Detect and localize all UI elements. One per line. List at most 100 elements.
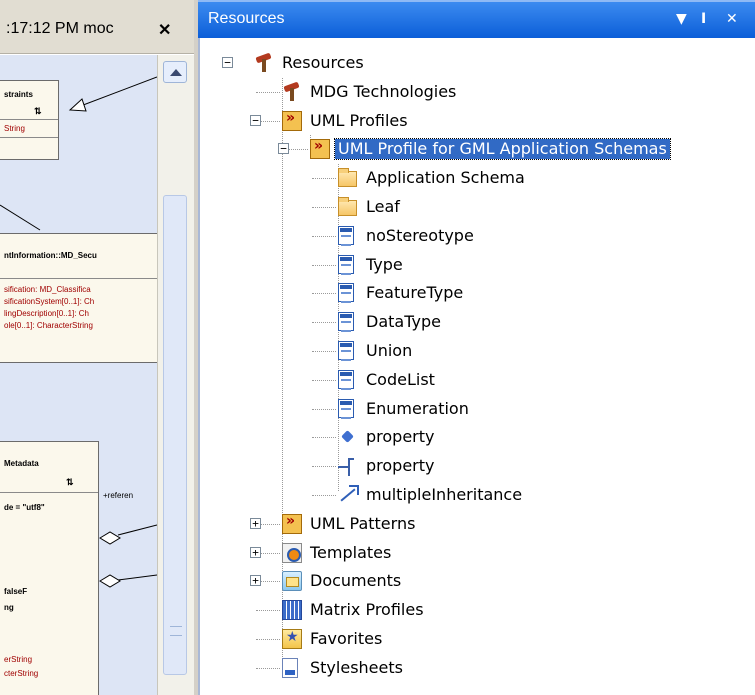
tree-node-codelist[interactable]: CodeList xyxy=(200,366,755,395)
tree-node-label[interactable]: Union xyxy=(363,341,415,361)
tree-node-label[interactable]: multipleInheritance xyxy=(363,485,525,505)
class-icon xyxy=(338,341,354,361)
class-attribute: cterString xyxy=(4,669,39,678)
class-icon xyxy=(338,398,354,419)
tree-node-uml-patterns[interactable]: + UML Patterns xyxy=(200,510,755,539)
collapse-icon[interactable]: − xyxy=(250,114,261,126)
uml-class-metadata[interactable]: Metadata ⇅ de = "utf8" falseF ng erStrin… xyxy=(0,441,99,695)
uml-class-security[interactable]: ntInformation::MD_Secu sification: MD_Cl… xyxy=(0,233,157,363)
matrix-icon xyxy=(282,600,302,621)
aggregation-diamond xyxy=(99,531,121,545)
tree-line xyxy=(256,91,280,93)
tree-node-type[interactable]: Type xyxy=(200,251,755,280)
tree-node-label[interactable]: DataType xyxy=(363,312,444,332)
class-icon xyxy=(338,254,354,275)
tree-line xyxy=(312,351,336,352)
scrollbar-thumb[interactable] xyxy=(163,195,187,675)
tree-node-label[interactable]: UML Profiles xyxy=(307,111,411,131)
resources-pane: Resources ▼ Ⅰ ✕ − Resources MDG Technologi… xyxy=(194,0,755,695)
tree-node-gml-profile[interactable]: − UML Profile for GML Application Schemas xyxy=(200,135,755,164)
tree-node-label[interactable]: Stylesheets xyxy=(307,658,406,678)
tree-node-label[interactable]: UML Profile for GML Application Schemas xyxy=(334,138,671,161)
resources-titlebar: Resources ▼ Ⅰ ✕ xyxy=(198,0,755,38)
tree-line xyxy=(312,466,336,468)
template-icon xyxy=(282,542,302,563)
tree-node-featuretype[interactable]: FeatureType xyxy=(200,279,755,308)
close-icon[interactable]: ✕ xyxy=(726,11,738,27)
uml-class-constraints[interactable]: straints ⇅ String xyxy=(0,80,59,160)
class-icon xyxy=(338,369,354,390)
class-attribute: sification: MD_Classifica xyxy=(4,285,91,294)
tree-node-label[interactable]: FeatureType xyxy=(363,283,466,303)
tree-node-property-2[interactable]: property xyxy=(200,452,755,481)
tree-node-label[interactable]: Enumeration xyxy=(363,399,472,419)
scroll-up-icon[interactable] xyxy=(163,61,187,83)
tree-node-label[interactable]: CodeList xyxy=(363,370,438,390)
profile-icon xyxy=(282,110,302,131)
collapse-icon[interactable]: − xyxy=(278,143,289,155)
class-header: straints xyxy=(4,90,33,99)
tree-node-property-1[interactable]: property xyxy=(200,423,755,452)
tree-node-app-schema[interactable]: Application Schema xyxy=(200,164,755,193)
association-label: +referen xyxy=(103,491,134,500)
diagram-tab[interactable]: :17:12 PM moc ✕ xyxy=(0,0,194,54)
tree-node-label[interactable]: property xyxy=(363,427,438,447)
generalization-icon xyxy=(338,485,359,505)
stereotype-icon: ⇅ xyxy=(34,106,42,116)
tree-node-label[interactable]: property xyxy=(363,456,438,476)
tree-node-matrix-profiles[interactable]: Matrix Profiles xyxy=(200,596,755,625)
tree-node-favorites[interactable]: Favorites xyxy=(200,625,755,654)
connector-line xyxy=(0,204,41,231)
tree-node-label[interactable]: MDG Technologies xyxy=(307,82,459,102)
expand-icon[interactable]: + xyxy=(250,575,261,587)
tree-node-mdg[interactable]: MDG Technologies xyxy=(200,78,755,107)
tree-node-label[interactable]: Favorites xyxy=(307,629,385,649)
tree-node-datatype[interactable]: DataType xyxy=(200,308,755,337)
tree-node-label[interactable]: Matrix Profiles xyxy=(307,600,427,620)
tree-line xyxy=(312,293,336,295)
tree-node-label[interactable]: Type xyxy=(363,255,406,275)
tree-node-nostereotype[interactable]: noStereotype xyxy=(200,222,755,251)
resources-title: Resources xyxy=(208,10,285,27)
dropdown-icon[interactable]: ▼ xyxy=(676,11,687,27)
tree-node-label[interactable]: Templates xyxy=(307,543,394,563)
class-icon xyxy=(338,225,354,246)
class-attribute: sificationSystem[0..1]: Ch xyxy=(4,297,95,306)
pin-icon[interactable]: Ⅰ xyxy=(701,11,706,27)
class-attribute: ng xyxy=(4,603,14,612)
tree-node-union[interactable]: Union xyxy=(200,337,755,366)
tree-node-label[interactable]: Leaf xyxy=(363,197,403,217)
diagram-canvas[interactable]: straints ⇅ String ntInformation::MD_Secu… xyxy=(0,55,157,695)
tree-line xyxy=(312,178,336,180)
tree-node-resources[interactable]: − Resources xyxy=(200,49,755,78)
tree-node-leaf[interactable]: Leaf xyxy=(200,193,755,222)
tree-node-uml-profiles[interactable]: − UML Profiles xyxy=(200,107,755,136)
tree-node-templates[interactable]: + Templates xyxy=(200,539,755,568)
tree-node-enumeration[interactable]: Enumeration xyxy=(200,395,755,424)
favorites-icon xyxy=(282,629,302,649)
tree-node-label[interactable]: noStereotype xyxy=(363,226,477,246)
diagram-tab-title[interactable]: :17:12 PM moc xyxy=(6,20,114,38)
tree-line xyxy=(312,235,336,237)
tree-node-label[interactable]: Application Schema xyxy=(363,168,528,188)
expand-icon[interactable]: + xyxy=(250,517,261,529)
tree-node-label[interactable]: Resources xyxy=(279,53,367,73)
expand-icon[interactable]: + xyxy=(250,546,261,558)
tree-line xyxy=(312,264,336,266)
class-header: Metadata xyxy=(4,459,39,468)
diamond-icon xyxy=(338,427,358,447)
diagram-scrollbar[interactable] xyxy=(157,55,194,695)
tree-line xyxy=(312,379,336,381)
tree-node-documents[interactable]: + Documents xyxy=(200,567,755,596)
tree-node-stylesheets[interactable]: Stylesheets xyxy=(200,654,755,683)
tree-node-multiple-inheritance[interactable]: multipleInheritance xyxy=(200,481,755,510)
collapse-icon[interactable]: − xyxy=(222,57,233,68)
tree-node-label[interactable]: UML Patterns xyxy=(307,514,418,534)
tools-icon xyxy=(282,82,302,102)
tree-line xyxy=(312,408,336,410)
stereotype-icon: ⇅ xyxy=(66,477,74,487)
close-icon[interactable]: ✕ xyxy=(158,20,171,40)
documents-icon xyxy=(282,571,302,592)
tree-node-label[interactable]: Documents xyxy=(307,571,404,591)
class-attribute: String xyxy=(4,124,25,133)
